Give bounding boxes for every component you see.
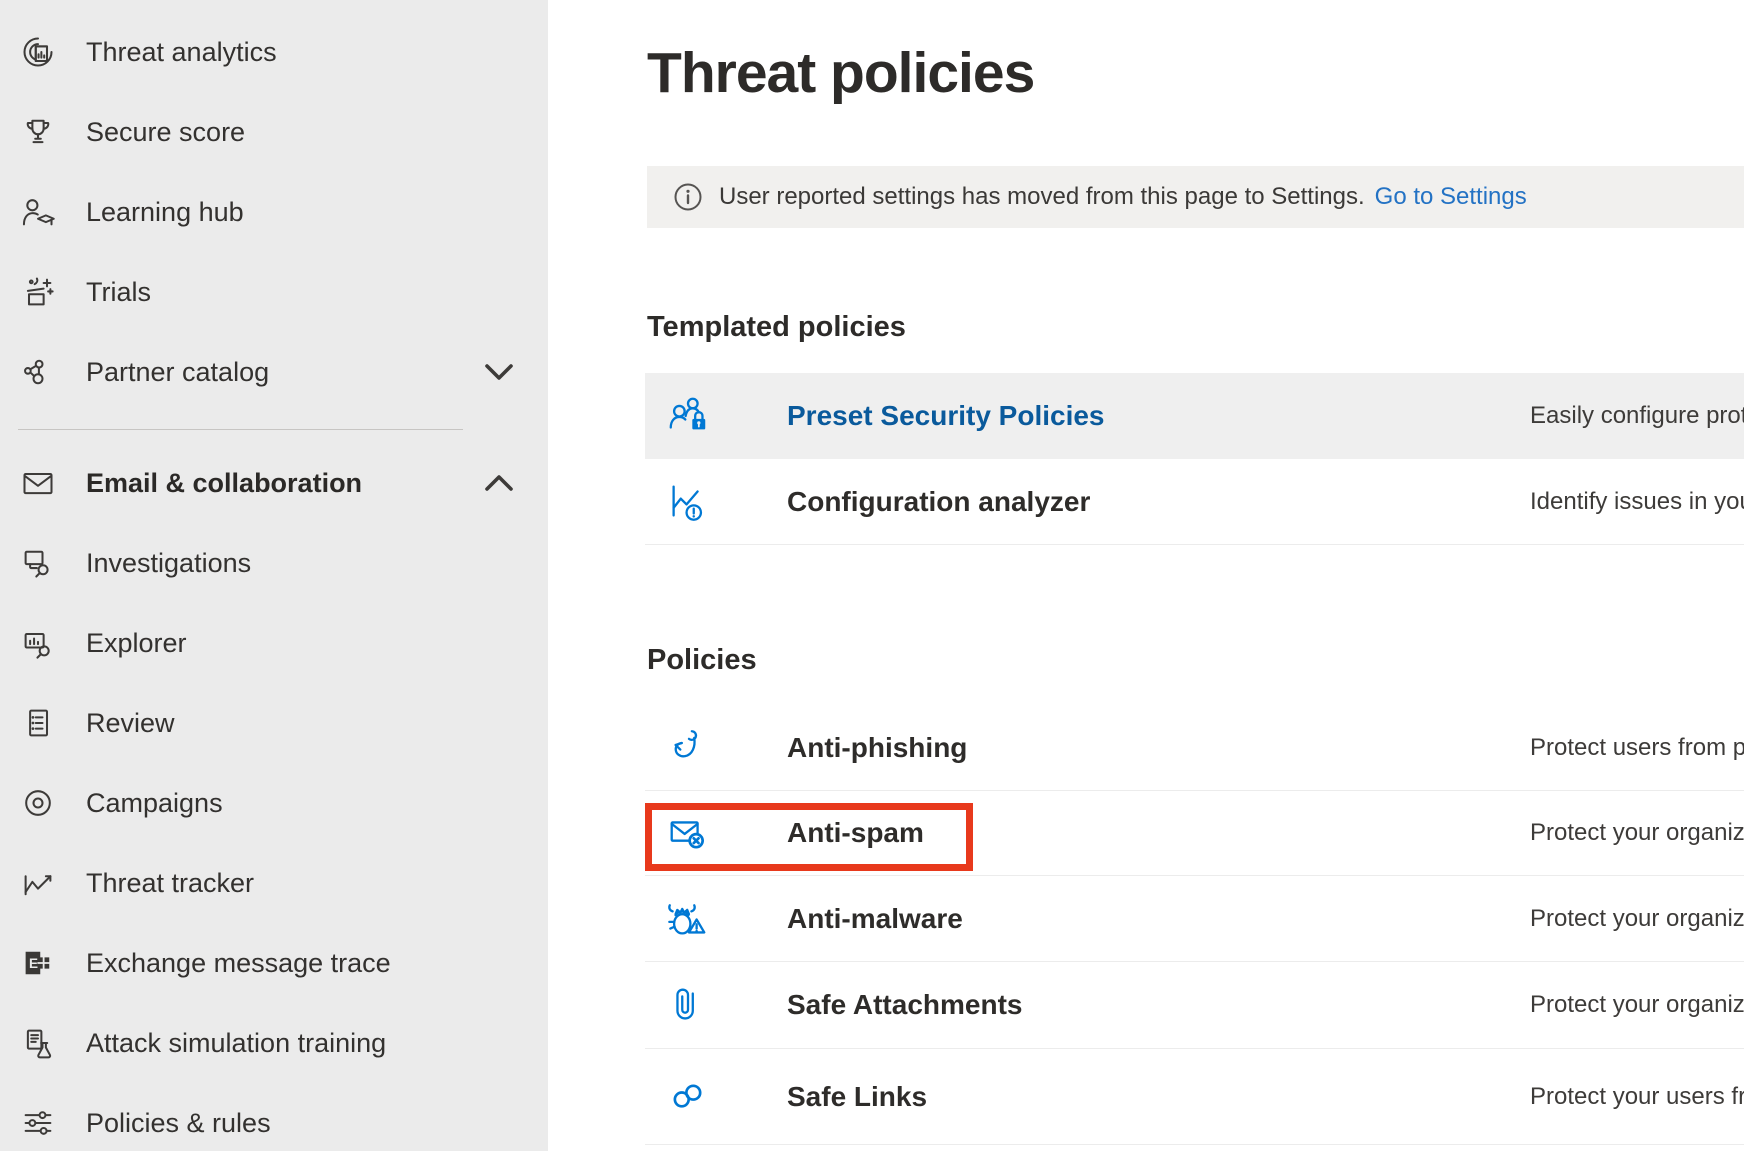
row-description: Protect your organiz <box>1530 819 1744 847</box>
sidebar-item-label: Exchange message trace <box>86 948 391 979</box>
sidebar-item-attack-simulation-training[interactable]: Attack simulation training <box>0 1003 548 1083</box>
row-anti-spam[interactable]: Anti-spam Protect your organiz <box>645 791 1744 876</box>
sidebar-item-label: Threat analytics <box>86 37 277 68</box>
row-anti-malware[interactable]: Anti-malware Protect your organiz <box>645 876 1744 962</box>
campaigns-icon <box>20 785 56 821</box>
threat-tracker-icon <box>20 865 56 901</box>
row-label: Anti-phishing <box>787 732 967 764</box>
row-label: Safe Links <box>787 1081 927 1113</box>
sidebar-item-label: Partner catalog <box>86 357 269 388</box>
configuration-analyzer-icon <box>665 479 711 525</box>
row-description: Identify issues in you <box>1530 488 1744 516</box>
row-description: Protect your users fr <box>1530 1083 1744 1111</box>
sidebar: Threat analytics Secure score Learning h… <box>0 0 548 1151</box>
row-description: Protect your organiz <box>1530 905 1744 933</box>
sidebar-item-label: Trials <box>86 277 151 308</box>
secure-score-icon <box>20 114 56 150</box>
investigations-icon <box>20 545 56 581</box>
row-label: Configuration analyzer <box>787 486 1090 518</box>
templated-policies-heading: Templated policies <box>647 311 906 344</box>
row-safe-attachments[interactable]: Safe Attachments Protect your organiz <box>645 962 1744 1049</box>
email-collaboration-icon <box>20 465 56 501</box>
row-configuration-analyzer[interactable]: Configuration analyzer Identify issues i… <box>645 459 1744 545</box>
chevron-down-icon[interactable] <box>484 363 514 381</box>
preset-security-policies-icon <box>665 393 711 439</box>
sidebar-item-learning-hub[interactable]: Learning hub <box>0 172 548 252</box>
sidebar-item-investigations[interactable]: Investigations <box>0 523 548 603</box>
info-icon <box>673 182 703 212</box>
trials-icon <box>20 274 56 310</box>
sidebar-item-explorer[interactable]: Explorer <box>0 603 548 683</box>
sidebar-item-label: Investigations <box>86 548 251 579</box>
sidebar-item-label: Policies & rules <box>86 1108 271 1139</box>
row-description: Protect your organiz <box>1530 991 1744 1019</box>
sidebar-item-label: Campaigns <box>86 788 223 819</box>
sidebar-item-exchange-message-trace[interactable]: E Exchange message trace <box>0 923 548 1003</box>
row-anti-phishing[interactable]: Anti-phishing Protect users from p <box>645 706 1744 791</box>
row-label: Anti-spam <box>787 817 924 849</box>
chevron-up-icon[interactable] <box>484 474 514 492</box>
row-label: Preset Security Policies <box>787 400 1105 432</box>
threat-analytics-icon <box>20 34 56 70</box>
anti-malware-icon <box>665 896 711 942</box>
policies-heading: Policies <box>647 644 757 677</box>
sidebar-item-partner-catalog[interactable]: Partner catalog <box>0 332 548 412</box>
explorer-icon <box>20 625 56 661</box>
sidebar-item-trials[interactable]: Trials <box>0 252 548 332</box>
threat-policies-page: Threat analytics Secure score Learning h… <box>0 0 1744 1151</box>
row-preset-security-policies[interactable]: Preset Security Policies Easily configur… <box>645 373 1744 459</box>
sidebar-item-threat-tracker[interactable]: Threat tracker <box>0 843 548 923</box>
policies-rules-icon <box>20 1105 56 1141</box>
sidebar-item-policies-rules[interactable]: Policies & rules <box>0 1083 548 1151</box>
safe-attachments-icon <box>665 982 711 1028</box>
go-to-settings-link[interactable]: Go to Settings <box>1375 183 1527 211</box>
sidebar-item-label: Attack simulation training <box>86 1028 386 1059</box>
page-title: Threat policies <box>647 40 1034 106</box>
anti-phishing-icon <box>665 725 711 771</box>
row-safe-links[interactable]: Safe Links Protect your users fr <box>645 1049 1744 1145</box>
sidebar-item-label: Secure score <box>86 117 245 148</box>
sidebar-divider <box>18 429 463 430</box>
anti-spam-icon <box>665 810 711 856</box>
row-description: Protect users from p <box>1530 734 1744 762</box>
safe-links-icon <box>665 1074 711 1120</box>
svg-text:E: E <box>29 956 38 971</box>
partner-catalog-icon <box>20 354 56 390</box>
sidebar-item-label: Explorer <box>86 628 187 659</box>
banner-text: User reported settings has moved from th… <box>719 183 1365 211</box>
sidebar-item-threat-analytics[interactable]: Threat analytics <box>0 12 548 92</box>
sidebar-item-email-collaboration[interactable]: Email & collaboration <box>0 443 548 523</box>
row-description: Easily configure prot <box>1530 402 1744 430</box>
attack-simulation-training-icon <box>20 1025 56 1061</box>
sidebar-item-review[interactable]: Review <box>0 683 548 763</box>
main-content: Threat policies User reported settings h… <box>548 0 1744 1151</box>
info-banner: User reported settings has moved from th… <box>647 166 1744 228</box>
sidebar-item-label: Review <box>86 708 175 739</box>
review-icon <box>20 705 56 741</box>
sidebar-item-label: Threat tracker <box>86 868 254 899</box>
row-label: Safe Attachments <box>787 989 1022 1021</box>
sidebar-item-secure-score[interactable]: Secure score <box>0 92 548 172</box>
sidebar-item-label: Learning hub <box>86 197 244 228</box>
exchange-message-trace-icon: E <box>20 945 56 981</box>
learning-hub-icon <box>20 194 56 230</box>
sidebar-item-campaigns[interactable]: Campaigns <box>0 763 548 843</box>
row-label: Anti-malware <box>787 903 963 935</box>
sidebar-item-label: Email & collaboration <box>86 468 362 499</box>
